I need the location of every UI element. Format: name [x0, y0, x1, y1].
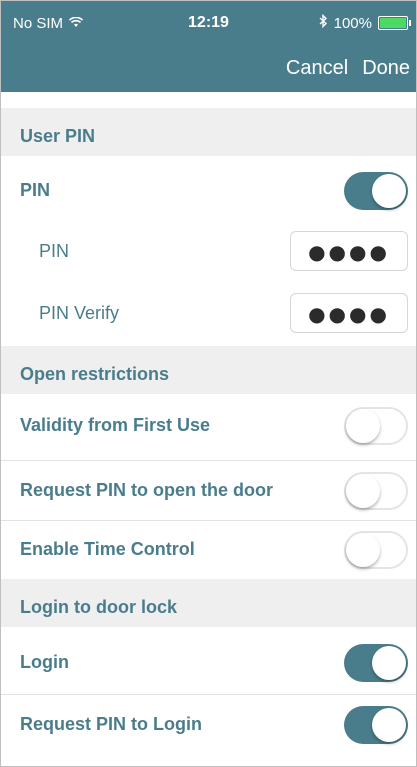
pin-label: PIN — [39, 241, 70, 261]
pin-verify-input[interactable]: ●●●● — [290, 293, 408, 333]
section-title: User PIN — [20, 126, 96, 146]
section-title: Open restrictions — [20, 364, 170, 384]
request-pin-door-label: Request PIN to open the door — [20, 480, 274, 500]
toggle-knob — [346, 533, 380, 567]
pin-entry-row: PIN ●●●● — [1, 223, 416, 279]
section-header-user-pin: User PIN — [1, 108, 416, 156]
time-control-switch[interactable] — [344, 531, 408, 569]
login-label: Login — [20, 652, 69, 672]
battery-percent: 100% — [333, 14, 372, 32]
bluetooth-icon — [319, 13, 328, 32]
toggle-knob — [346, 409, 380, 443]
login-row: Login — [1, 635, 416, 691]
top-spacer — [1, 92, 416, 108]
request-pin-login-label: Request PIN to Login — [20, 714, 202, 734]
status-right: 100% — [319, 13, 411, 32]
request-pin-login-row: Request PIN to Login — [1, 697, 416, 753]
pin-toggle-switch[interactable] — [344, 172, 408, 210]
row-divider — [1, 520, 416, 521]
pin-input[interactable]: ●●●● — [290, 231, 408, 271]
toggle-knob — [372, 646, 406, 680]
cancel-button[interactable]: Cancel — [286, 57, 348, 80]
toggle-knob — [372, 708, 406, 742]
time-control-label: Enable Time Control — [20, 539, 195, 559]
section-header-login: Login to door lock — [1, 579, 416, 627]
settings-screen: No SIM 12:19 100% Cancel Done User PIN P… — [0, 0, 417, 767]
row-divider — [1, 460, 416, 461]
navigation-bar: No SIM 12:19 100% Cancel Done — [1, 1, 416, 92]
request-pin-login-switch[interactable] — [344, 706, 408, 744]
pin-verify-label: PIN Verify — [39, 303, 120, 323]
status-bar: No SIM 12:19 100% — [1, 1, 416, 41]
request-pin-door-row: Request PIN to open the door — [1, 463, 416, 519]
pin-toggle-label: PIN — [20, 180, 51, 200]
time-control-row: Enable Time Control — [1, 522, 416, 578]
validity-first-use-row: Validity from First Use — [1, 398, 416, 454]
battery-icon — [378, 16, 411, 30]
section-header-open-restrictions: Open restrictions — [1, 346, 416, 394]
done-button[interactable]: Done — [362, 57, 410, 80]
login-switch[interactable] — [344, 644, 408, 682]
nav-actions: Cancel Done — [286, 57, 410, 80]
validity-first-use-label: Validity from First Use — [20, 415, 211, 435]
pin-verify-row: PIN Verify ●●●● — [1, 285, 416, 341]
section-title: Login to door lock — [20, 597, 177, 617]
validity-first-use-switch[interactable] — [344, 407, 408, 445]
pin-toggle-row: PIN — [1, 163, 416, 219]
request-pin-door-switch[interactable] — [344, 472, 408, 510]
row-divider — [1, 694, 416, 695]
toggle-knob — [372, 174, 406, 208]
toggle-knob — [346, 474, 380, 508]
